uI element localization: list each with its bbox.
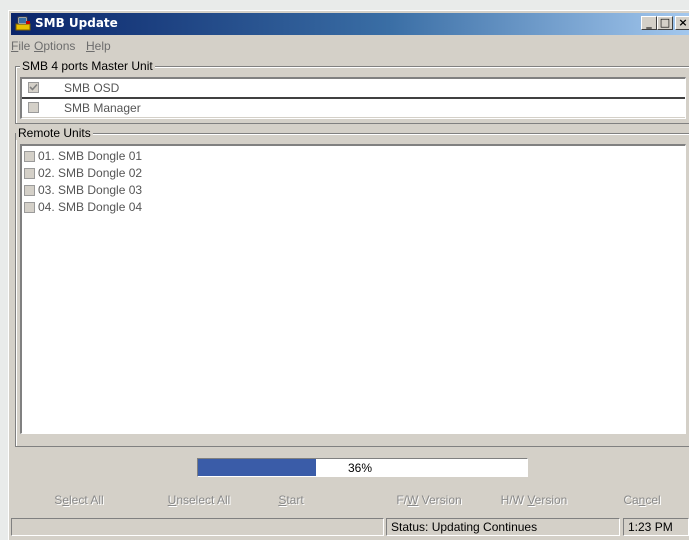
start-button[interactable]: Start [271,488,311,512]
master-item-smb-manager[interactable]: SMB Manager [22,99,685,118]
status-time: 1:23 PM [623,518,689,536]
window-title: SMB Update [35,16,118,30]
dongle-02-checkbox[interactable] [24,168,35,179]
remote-item-dongle-02[interactable]: 02. SMB Dongle 02 [22,165,322,183]
menu-file[interactable]: File [11,39,30,53]
master-unit-list: SMB OSD SMB Manager [20,77,686,119]
hw-version-button[interactable]: H/W Version [489,488,579,512]
smb-manager-checkbox[interactable] [28,102,39,113]
status-bar: Status: Updating Continues 1:23 PM [9,516,689,536]
remote-item-label: 01. SMB Dongle 01 [38,149,143,163]
fw-version-button[interactable]: F/W Version [389,488,469,512]
title-bar[interactable]: SMB Update _ □ × [11,13,689,35]
action-button-bar: Select All Unselect All Start F/W Versio… [9,484,689,516]
status-panel-empty [11,518,384,536]
remote-units-list: 01. SMB Dongle 01 02. SMB Dongle 02 03. … [20,144,686,434]
master-item-smb-osd[interactable]: SMB OSD [22,79,685,99]
master-item-label: SMB Manager [64,101,141,115]
update-progress-bar: 36% [197,458,528,477]
master-unit-label: SMB 4 ports Master Unit [20,59,155,73]
dongle-01-checkbox[interactable] [24,151,35,162]
remote-item-label: 03. SMB Dongle 03 [38,183,143,197]
menu-options[interactable]: Options [34,39,75,53]
cancel-button[interactable]: Cancel [617,488,667,512]
minimize-button[interactable]: _ [641,16,657,30]
remote-item-label: 04. SMB Dongle 04 [38,200,143,214]
progress-text: 36% [348,461,373,475]
smb-osd-checkbox[interactable] [28,82,39,93]
dongle-04-checkbox[interactable] [24,202,35,213]
progress-fill [198,459,317,476]
select-all-button[interactable]: Select All [49,488,109,512]
remote-units-label: Remote Units [16,126,93,140]
remote-item-dongle-03[interactable]: 03. SMB Dongle 03 [22,182,322,200]
master-unit-group: SMB 4 ports Master Unit SMB OSD SMB Mana… [15,59,689,124]
dongle-03-checkbox[interactable] [24,185,35,196]
remote-units-group: Remote Units 01. SMB Dongle 01 02. SMB D… [15,126,689,447]
close-button[interactable]: × [675,16,689,30]
maximize-button[interactable]: □ [657,16,673,30]
remote-item-label: 02. SMB Dongle 02 [38,166,143,180]
menu-help[interactable]: Help [86,39,111,53]
menu-bar: File Options Help [11,37,689,55]
status-text: Status: Updating Continues [386,518,620,536]
app-icon [15,15,31,31]
unselect-all-button[interactable]: Unselect All [159,488,239,512]
remote-item-dongle-01[interactable]: 01. SMB Dongle 01 [22,148,322,166]
master-item-label: SMB OSD [64,81,120,95]
remote-item-dongle-04[interactable]: 04. SMB Dongle 04 [22,199,322,217]
smb-update-window: SMB Update _ □ × File Options Help SMB 4… [8,10,689,540]
